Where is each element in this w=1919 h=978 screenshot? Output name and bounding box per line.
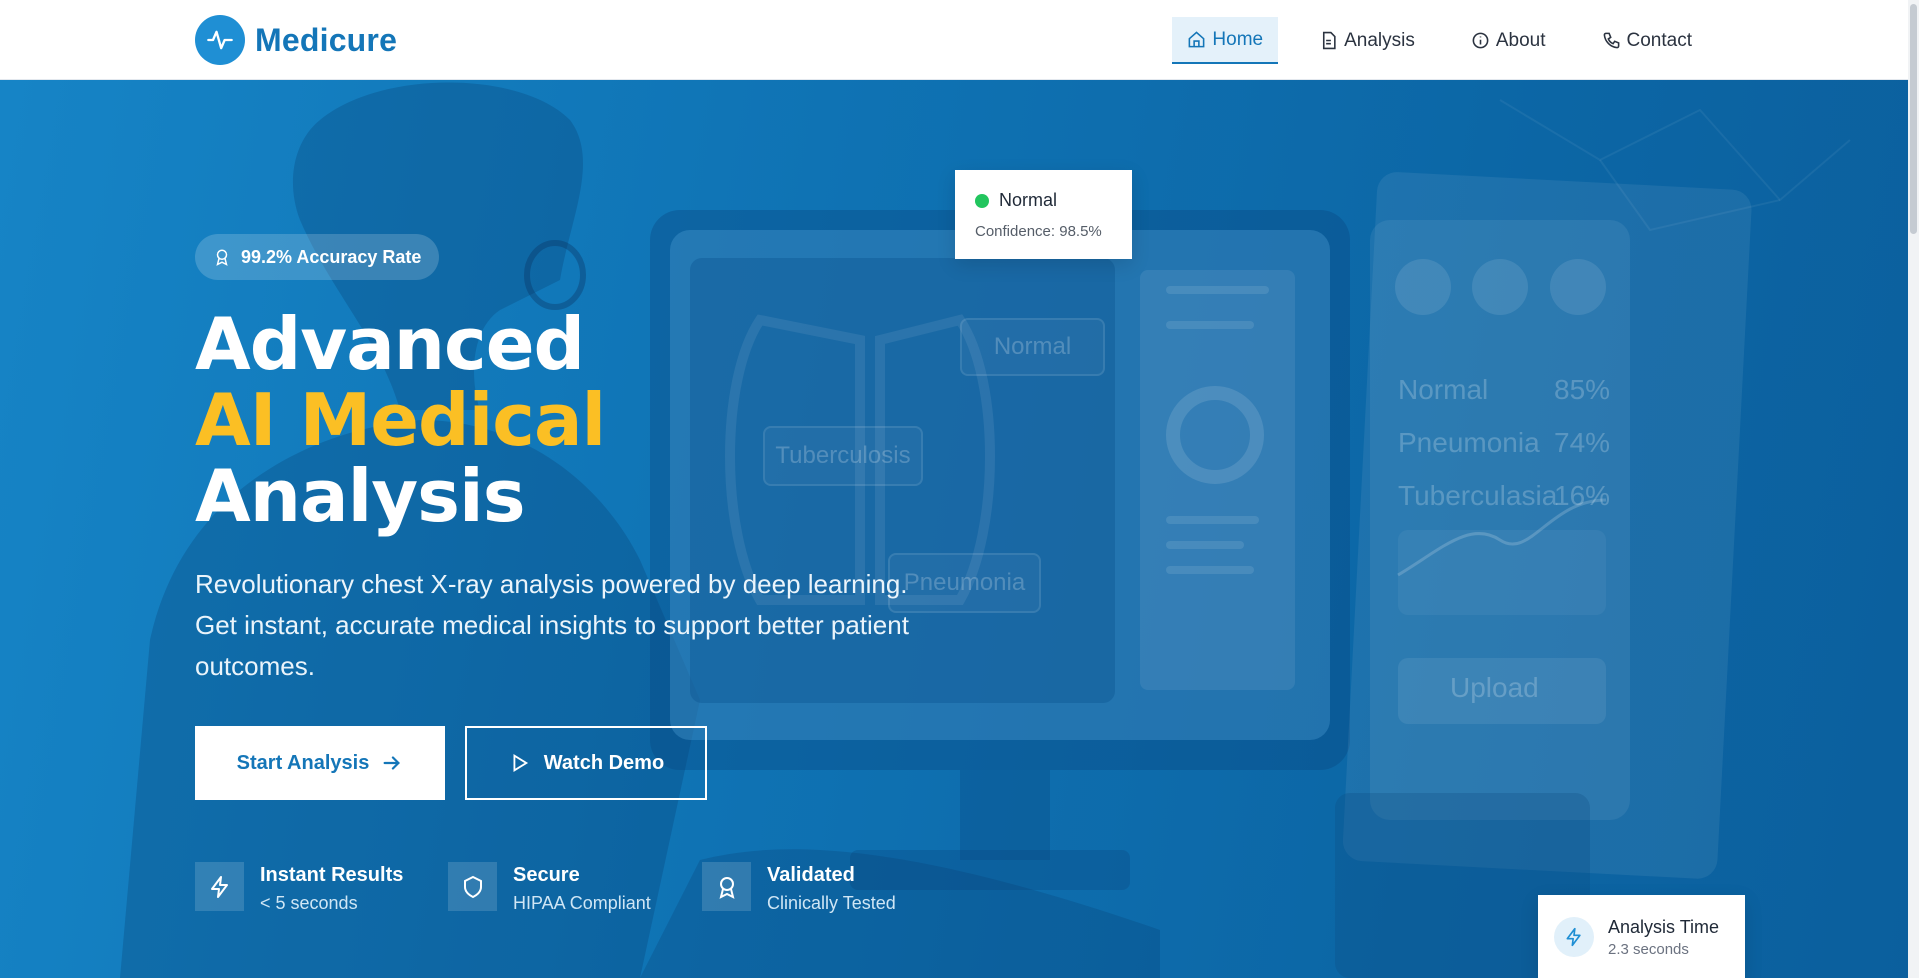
panel-row-pneumonia-label: Pneumonia — [1398, 427, 1540, 458]
analysis-time-value: 2.3 seconds — [1608, 941, 1689, 958]
award-icon — [702, 862, 751, 911]
feature-title: Validated — [767, 864, 855, 886]
xray-label-tuberculosis: Tuberculosis — [763, 426, 923, 486]
info-icon — [1472, 32, 1489, 49]
result-confidence: Confidence: 98.5% — [975, 223, 1102, 240]
feature-subtitle: HIPAA Compliant — [513, 893, 651, 913]
headline-line-3: Analysis — [195, 454, 526, 538]
accuracy-badge: 99.2% Accuracy Rate — [195, 234, 440, 280]
feature-subtitle: Clinically Tested — [767, 893, 896, 913]
panel-upload-label: Upload — [1450, 672, 1539, 703]
feature-title: Instant Results — [260, 864, 404, 886]
brand-logo[interactable]: Medicure — [195, 15, 397, 65]
hero-description: Revolutionary chest X-ray analysis power… — [195, 569, 909, 681]
analysis-time-card: Analysis Time 2.3 seconds — [1538, 895, 1745, 978]
start-analysis-label: Start Analysis — [236, 751, 370, 774]
panel-row-normal-label: Normal — [1398, 374, 1489, 405]
play-icon — [513, 754, 528, 772]
heartbeat-icon — [195, 15, 245, 65]
feature-validated: Validated Clinically Tested — [702, 862, 896, 914]
shield-icon — [448, 862, 497, 911]
nav-home[interactable]: Home — [1172, 17, 1279, 64]
nav-contact[interactable]: Contact — [1587, 17, 1707, 64]
accuracy-badge-text: 99.2% Accuracy Rate — [241, 246, 422, 267]
result-card: Normal Confidence: 98.5% — [955, 170, 1132, 259]
status-dot-icon — [975, 193, 989, 208]
main-nav: Home Analysis About Contact — [1172, 17, 1707, 64]
arrow-right-icon — [383, 756, 401, 770]
scrollbar-thumb[interactable] — [1910, 4, 1917, 234]
nav-about[interactable]: About — [1456, 17, 1561, 64]
panel-row-tuberculasia-label: Tuberculasia — [1398, 480, 1558, 511]
nav-contact-label: Contact — [1626, 29, 1692, 51]
home-icon — [1189, 31, 1205, 48]
panel-row-pneumonia-value: 74% — [1554, 427, 1611, 458]
feature-title: Secure — [513, 864, 580, 886]
brand-name: Medicure — [255, 21, 398, 58]
nav-analysis-label: Analysis — [1344, 29, 1415, 51]
award-icon — [216, 249, 228, 266]
headline-line-2: AI Medical — [195, 378, 606, 462]
hero-headline: Advanced AI Medical Analysis — [195, 302, 606, 538]
nav-home-label: Home — [1212, 28, 1264, 50]
analysis-time-title: Analysis Time — [1608, 917, 1720, 937]
start-analysis-button[interactable]: Start Analysis — [195, 726, 445, 800]
lightning-icon — [195, 862, 244, 911]
watch-demo-label: Watch Demo — [543, 751, 665, 774]
xray-label-normal: Normal — [960, 318, 1105, 376]
panel-row-normal-value: 85% — [1554, 374, 1611, 405]
nav-about-label: About — [1495, 29, 1546, 51]
nav-analysis[interactable]: Analysis — [1304, 17, 1430, 64]
phone-icon — [1603, 32, 1619, 49]
watch-demo-button[interactable]: Watch Demo — [465, 726, 707, 800]
feature-subtitle: < 5 seconds — [260, 893, 358, 913]
feature-secure: Secure HIPAA Compliant — [448, 862, 651, 914]
page-scrollbar[interactable] — [1908, 0, 1919, 978]
document-icon — [1323, 31, 1336, 50]
lightning-icon — [1554, 917, 1594, 957]
feature-instant-results: Instant Results < 5 seconds — [195, 862, 403, 914]
top-navbar: Medicure Home Analysis About Contact — [0, 0, 1919, 80]
result-status: Normal — [999, 190, 1058, 210]
headline-line-1: Advanced — [195, 302, 585, 386]
panel-row-tuberculasia-value: 16% — [1554, 480, 1611, 511]
